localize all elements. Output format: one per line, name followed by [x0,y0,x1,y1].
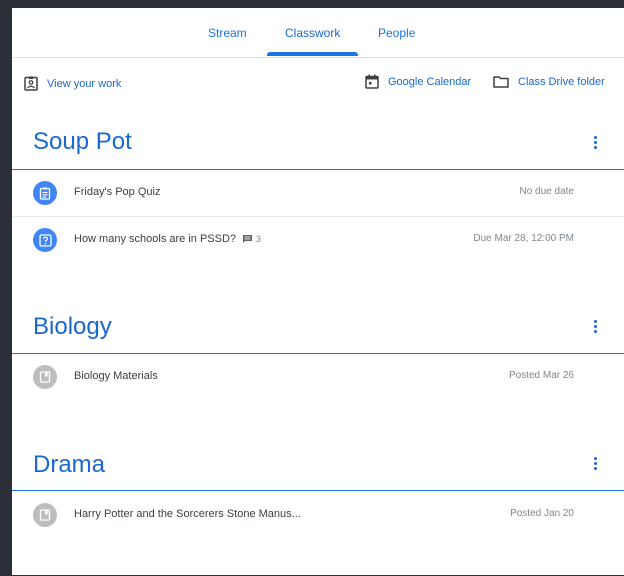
dot-icon [593,319,597,323]
dot-icon [593,145,597,149]
classwork-item-question[interactable]: How many schools are in PSSD? 3 Due Mar 2… [12,217,624,263]
dot-icon [593,140,597,144]
tab-people[interactable]: People [378,26,415,40]
tab-classwork[interactable]: Classwork [285,26,340,40]
topic-title-soup-pot: Soup Pot [33,128,132,155]
tab-stream[interactable]: Stream [208,26,247,40]
classwork-item-harry-potter[interactable]: Harry Potter and the Sorcerers Stone Man… [12,492,624,538]
assignment-icon [33,181,57,205]
topic-divider [12,490,624,491]
item-title: How many schools are in PSSD? 3 [74,233,261,245]
topic-title-drama: Drama [33,451,106,478]
item-title: Harry Potter and the Sorcerers Stone Man… [74,508,301,520]
view-your-work-link[interactable]: View your work [24,76,121,91]
topic-title-biology: Biology [33,313,112,340]
view-your-work-label: View your work [47,77,122,90]
item-title-text: How many schools are in PSSD? [74,233,237,245]
folder-icon [493,76,509,88]
google-calendar-label: Google Calendar [388,75,472,88]
material-icon [33,503,57,527]
classwork-item-biology-materials[interactable]: Biology Materials Posted Mar 26 [12,354,624,400]
dot-icon [593,456,597,460]
dot-icon [593,329,597,333]
calendar-icon [365,74,379,89]
item-title: Biology Materials [74,370,158,382]
comment-icon [243,235,253,244]
tab-bar: Stream Classwork People [12,8,624,58]
topic-options-soup-pot[interactable] [586,133,604,151]
badge-icon [24,76,38,91]
class-drive-folder-link[interactable]: Class Drive folder [493,75,605,88]
google-calendar-link[interactable]: Google Calendar [365,74,471,89]
question-icon [33,228,57,252]
dot-icon [593,135,597,139]
comment-count: 3 [256,234,262,245]
item-posted: Posted Jan 20 [510,508,574,519]
topic-options-drama[interactable] [586,454,604,472]
item-title: Friday's Pop Quiz [74,186,161,198]
dot-icon [593,324,597,328]
class-drive-folder-label: Class Drive folder [518,75,605,88]
classwork-item-pop-quiz[interactable]: Friday's Pop Quiz No due date [12,170,624,217]
topic-options-biology[interactable] [586,317,604,335]
item-due: Due Mar 28, 12:00 PM [473,233,574,244]
classwork-page: Stream Classwork People View your work G… [12,8,624,575]
item-posted: Posted Mar 26 [508,370,574,381]
item-due: No due date [519,186,575,197]
dot-icon [593,466,597,470]
dot-icon [593,461,597,465]
comment-indicator: 3 [242,234,261,244]
active-tab-indicator [267,52,358,56]
material-icon [33,365,57,389]
